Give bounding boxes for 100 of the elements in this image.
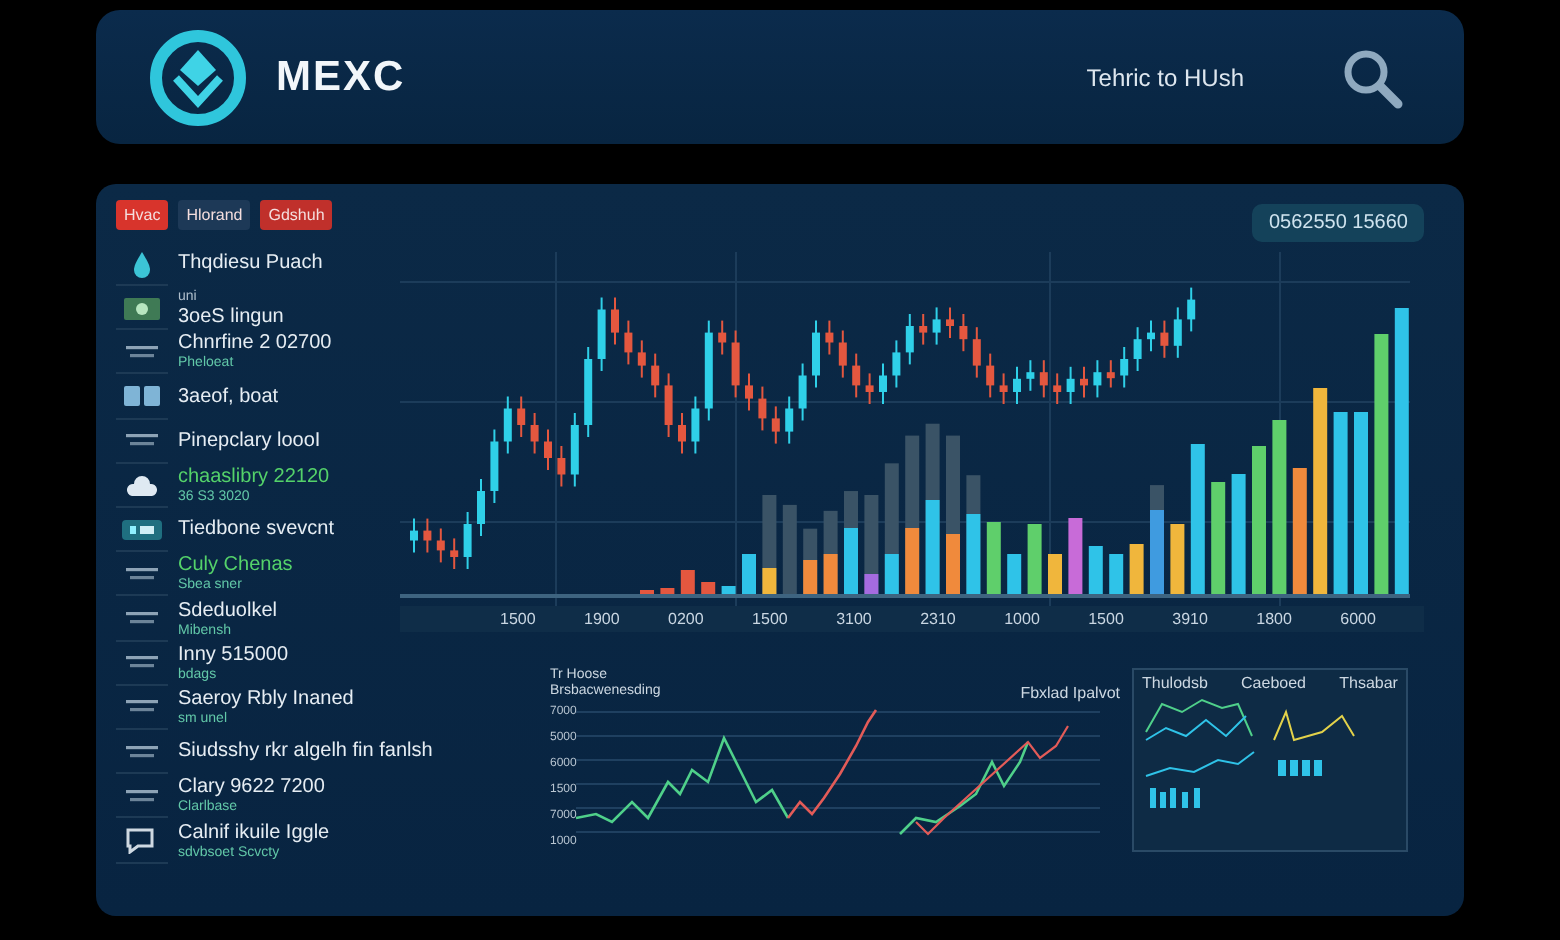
cash-icon [122, 293, 162, 322]
candlestick [999, 372, 1008, 405]
axis-label: 2310 [920, 610, 956, 628]
list-item-title[interactable]: Tiedbone svevcnt [178, 520, 335, 541]
candlestick [798, 362, 807, 422]
brand-name: MEXC [276, 53, 406, 101]
axis-label: 3100 [836, 610, 872, 628]
candlestick [691, 395, 700, 455]
candlestick [1013, 365, 1021, 405]
candlestick [986, 352, 995, 399]
list-item-title[interactable]: Pinepclary loooI [178, 431, 321, 452]
candlestick [1187, 286, 1196, 333]
panel-heading: Caeboed [1241, 674, 1307, 692]
candlestick [678, 412, 686, 455]
list-item-title[interactable]: Clary 9622 7200 [178, 778, 325, 799]
list-item-title[interactable]: Thqdiesu Puach [178, 254, 323, 275]
volume-bar [1170, 524, 1185, 594]
candlestick [530, 412, 539, 455]
volume-bar [1007, 554, 1022, 594]
filter-tag[interactable]: Hlorand [178, 200, 251, 230]
volume-bar [701, 582, 716, 594]
filter-tag[interactable]: Gdshuh [260, 200, 333, 230]
candlestick [1133, 326, 1142, 372]
list-item-title[interactable]: Siudsshy rkr algelh fin fanlsh [178, 742, 433, 763]
axis-label: 0200 [668, 610, 704, 628]
candlestick [1160, 319, 1169, 359]
candlestick [1120, 346, 1129, 389]
cloud-icon [122, 471, 162, 500]
axis-label: 1500 [752, 610, 788, 628]
list-item-title[interactable]: Culy Chenas [178, 556, 293, 577]
candlestick [852, 352, 861, 399]
candlestick [1147, 319, 1155, 353]
candlestick [544, 428, 552, 471]
filter-tag[interactable]: Hvac [116, 200, 169, 230]
volume-bar [986, 522, 1001, 594]
candlestick [611, 296, 619, 346]
logo-icon [148, 27, 248, 127]
candlestick [624, 319, 633, 366]
volume-bar [1129, 544, 1144, 594]
candlestick [664, 372, 673, 438]
candlestick [651, 352, 660, 399]
chart-caption: Fbxlad Ipalvot [1020, 683, 1120, 702]
panel-heading: Thsabar [1339, 674, 1398, 692]
volume-bar [782, 504, 797, 594]
candlestick [597, 296, 606, 372]
candlestick [718, 319, 727, 356]
candlestick [892, 339, 901, 389]
list-item-title[interactable]: Inny 515000 [178, 645, 289, 666]
candlestick [477, 478, 485, 537]
candlestick [637, 339, 646, 379]
volume-bar [1231, 474, 1246, 594]
candlestick [825, 319, 834, 356]
volume-bar [1048, 554, 1062, 594]
list-item-title[interactable]: Sdeduolkel [178, 601, 277, 622]
axis-label: 6000 [1340, 610, 1376, 628]
volume-bar [1211, 482, 1226, 594]
candlestick [1093, 359, 1102, 399]
candlestick [1066, 365, 1075, 405]
candlestick [423, 517, 432, 554]
list-item-title[interactable]: 3aeof, boat [178, 387, 279, 408]
axis-label: 1500 [500, 610, 536, 628]
axis-label: 1000 [1004, 610, 1040, 628]
candlestick [879, 362, 887, 405]
candlestick [1039, 359, 1048, 399]
candlestick [410, 517, 418, 554]
axis-label: 1800 [1256, 610, 1292, 628]
axis-label: 3910 [1172, 610, 1208, 628]
candlestick [731, 329, 740, 399]
candlestick [517, 395, 526, 438]
candlestick [584, 346, 593, 438]
candlestick [972, 326, 981, 379]
header-text: Tehric to HUsh [1086, 63, 1244, 91]
list-item-title[interactable]: chaaslibry 22120 [178, 468, 330, 489]
panel-heading: Thulodsb [1142, 674, 1208, 692]
candlestick [436, 527, 445, 564]
candlestick [771, 405, 780, 445]
volume-bar [742, 554, 756, 594]
volume-bar [1292, 468, 1307, 594]
list-item-title[interactable]: 3oeS lingun [178, 307, 284, 328]
candlestick [959, 313, 968, 353]
volume-bar [721, 586, 736, 594]
cards-icon [122, 382, 162, 411]
candlestick [1080, 365, 1088, 399]
volume-bar [1109, 554, 1124, 594]
candlestick [745, 372, 753, 412]
candlestick [1106, 359, 1115, 389]
candlestick [557, 445, 566, 488]
candlestick [1026, 359, 1035, 392]
candlestick [490, 428, 499, 504]
candlestick [946, 306, 954, 339]
price-badge: 0562550 15660 [1252, 204, 1424, 242]
candlestick [704, 319, 713, 422]
candlestick [785, 395, 794, 445]
list-item-title[interactable]: Calnif ikuile Iggle [178, 823, 330, 844]
candlestick [570, 412, 579, 488]
candlestick [812, 319, 820, 389]
search-icon[interactable] [1340, 45, 1404, 109]
list-item-title[interactable]: Saeroy Rbly Inaned [178, 689, 354, 710]
candlestick [503, 395, 512, 455]
list-item-title[interactable]: Chnrfine 2 02700 [178, 334, 332, 355]
